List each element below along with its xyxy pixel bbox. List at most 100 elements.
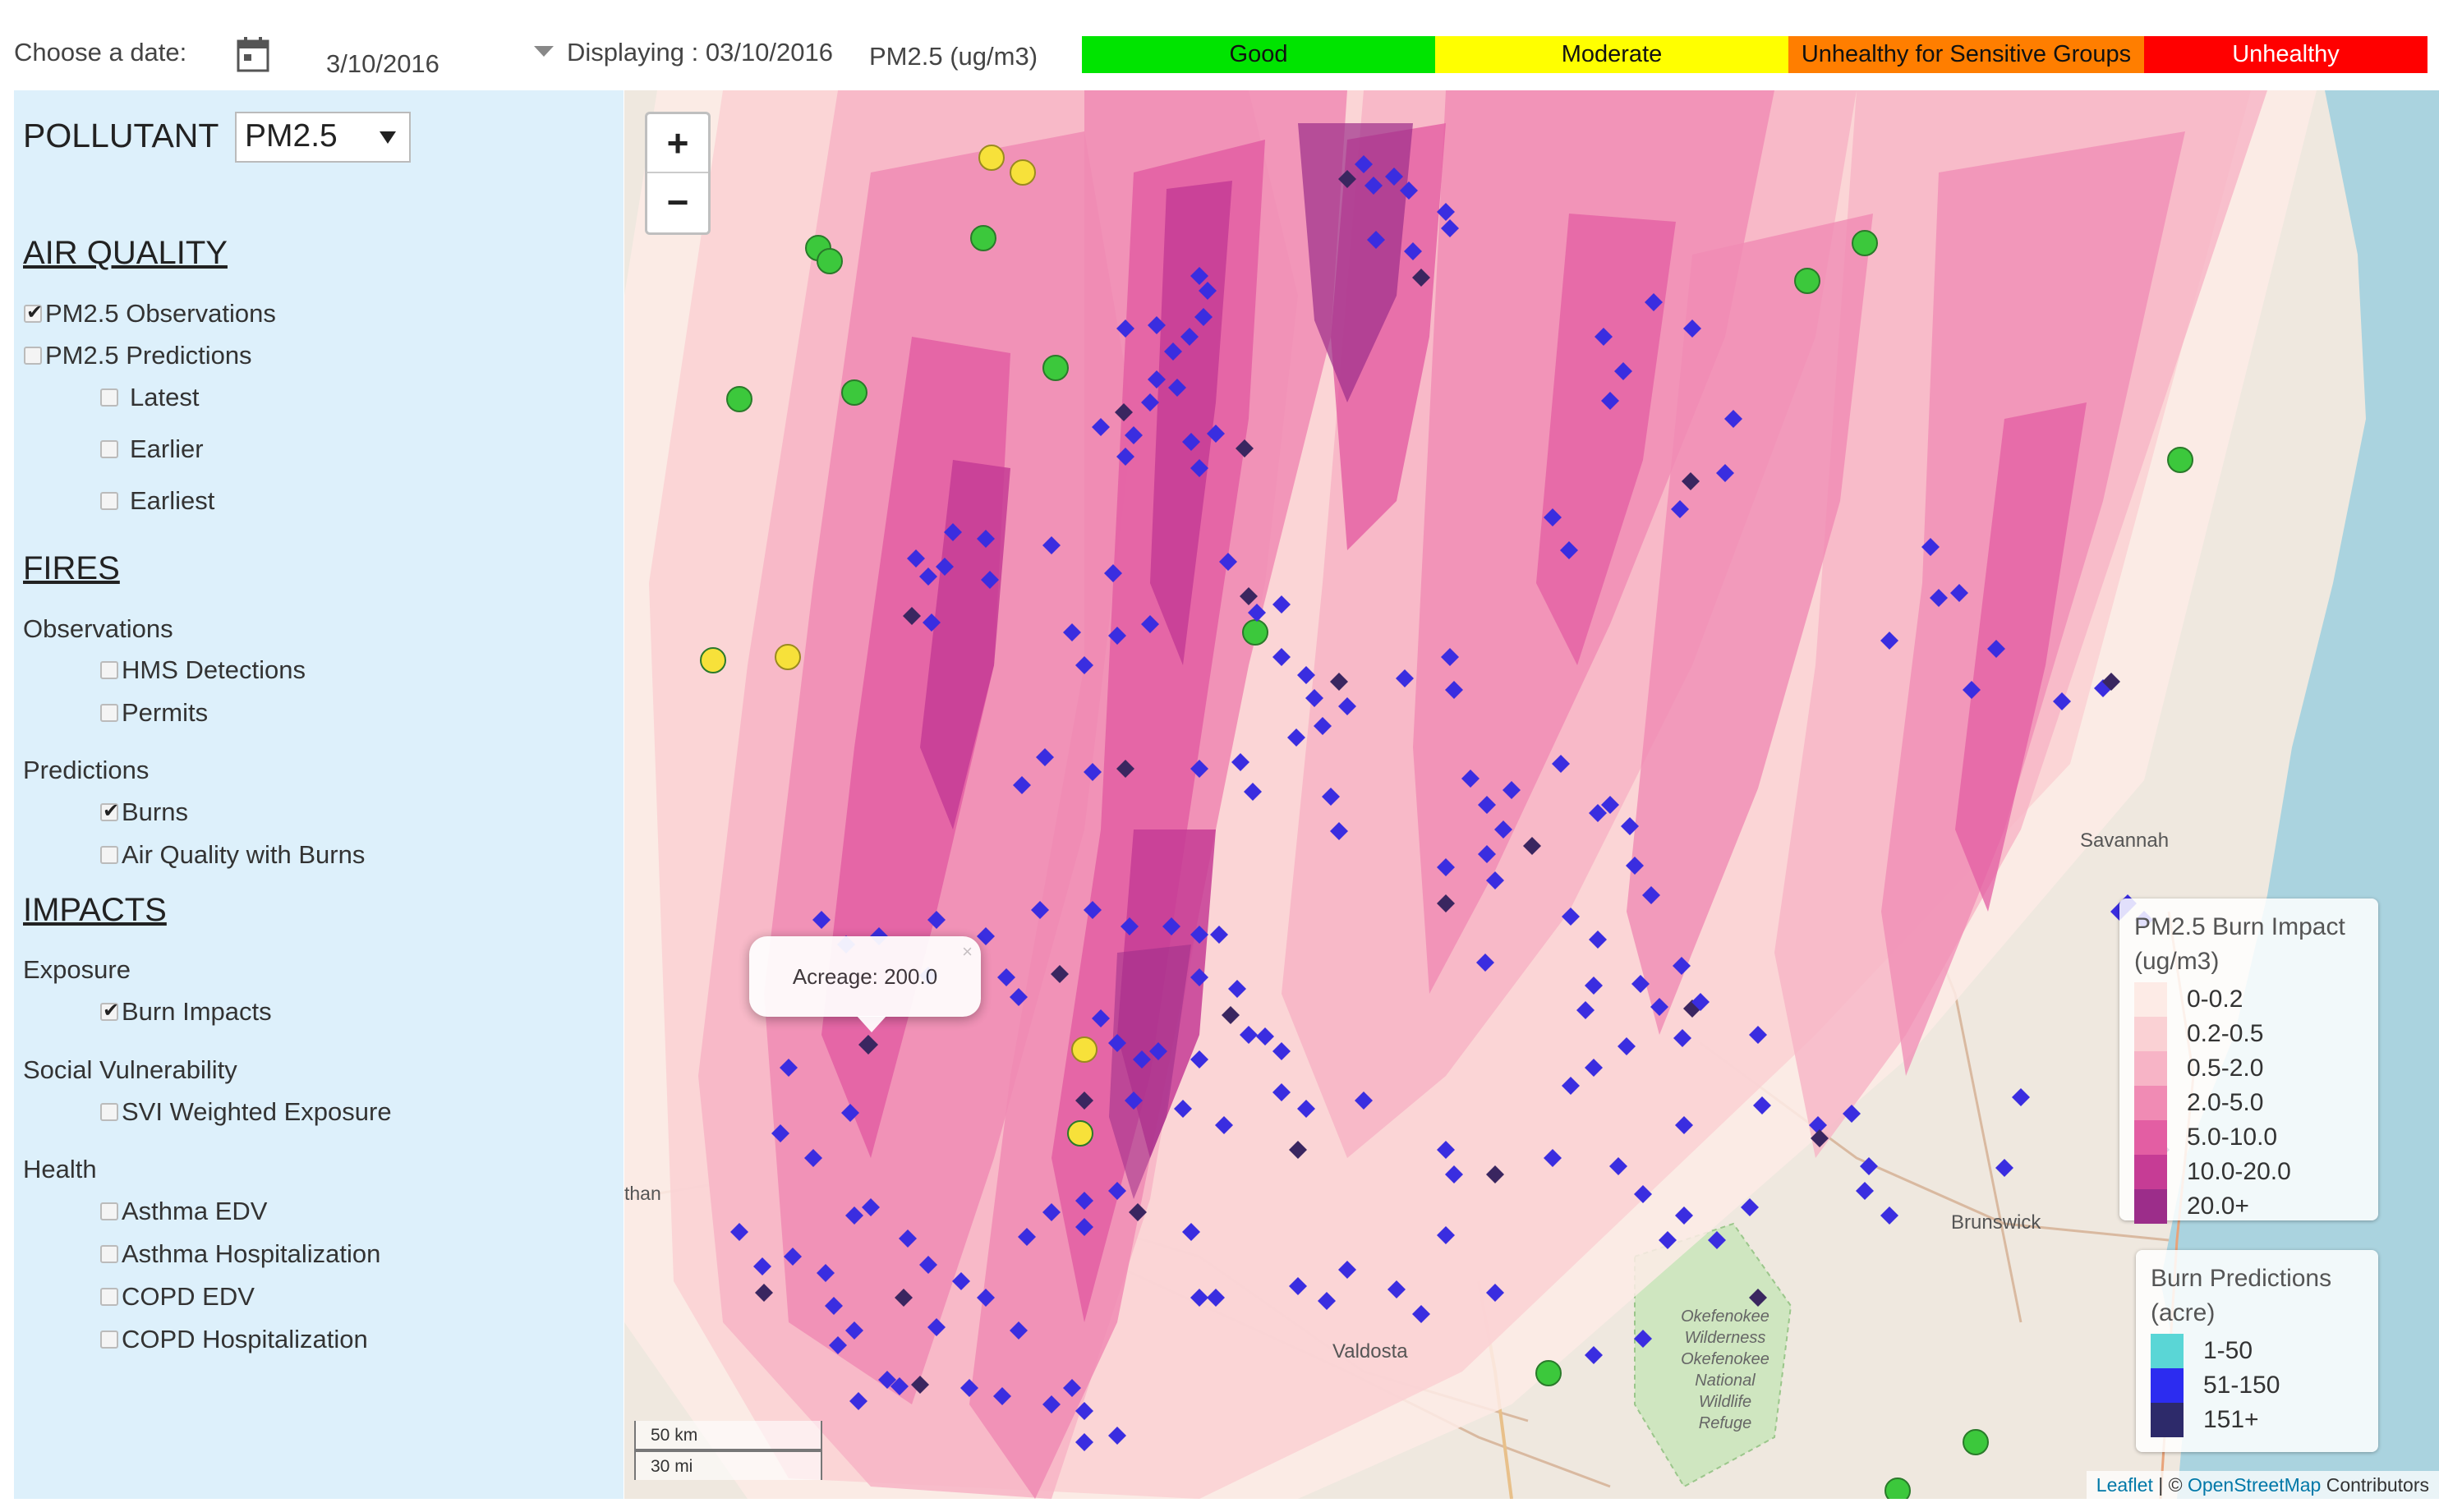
observation-marker[interactable]	[1242, 619, 1268, 646]
zoom-control: + −	[645, 112, 711, 235]
checkbox-box[interactable]	[100, 440, 118, 458]
checkbox-hms-detections[interactable]: HMS Detections	[100, 655, 306, 685]
legend-label: 1-50	[2203, 1337, 2253, 1364]
legend-row: 51-150	[2151, 1368, 2280, 1403]
dropdown-arrow-icon	[380, 131, 396, 144]
map-attribution: Leaflet | © OpenStreetMap Contributors	[2086, 1471, 2439, 1499]
observation-marker[interactable]	[1852, 230, 1878, 256]
checkbox-burns[interactable]: Burns	[100, 797, 188, 827]
okefenokee-line: National	[1695, 1372, 1756, 1390]
checkbox-box[interactable]	[100, 388, 118, 407]
checkbox-box[interactable]	[24, 347, 42, 365]
observation-marker[interactable]	[1794, 268, 1820, 294]
legend-title-line: (acre)	[2151, 1299, 2216, 1326]
checkbox-box[interactable]	[100, 846, 118, 864]
close-icon[interactable]: ×	[962, 941, 973, 963]
popup-tip	[857, 1016, 886, 1032]
popup-acreage: Acreage: 200.0	[792, 964, 938, 989]
checkbox-asthma-edv[interactable]: Asthma EDV	[100, 1197, 267, 1226]
observation-marker[interactable]	[700, 647, 726, 673]
checkbox-latest[interactable]: Latest	[100, 383, 199, 412]
checkbox-box[interactable]	[100, 492, 118, 510]
checkbox-label: PM2.5 Predictions	[45, 341, 252, 370]
zoom-in-button[interactable]: +	[647, 114, 708, 173]
checkbox-box[interactable]	[100, 704, 118, 722]
legend-row: 0.5-2.0	[2134, 1051, 2263, 1086]
legend-row: 1-50	[2151, 1334, 2253, 1368]
observation-marker[interactable]	[726, 386, 752, 412]
checkbox-label: Permits	[122, 698, 209, 727]
subheading-health: Health	[23, 1155, 97, 1183]
checkbox-label: Asthma Hospitalization	[122, 1239, 381, 1268]
pm25-burn-impact-legend: PM2.5 Burn Impact (ug/m3) 0-0.2 0.2-0.5 0.5…	[2119, 898, 2378, 1224]
checkbox-pm25-observations[interactable]: PM2.5 Observations	[24, 299, 276, 329]
checkbox-copd-hospitalization[interactable]: COPD Hospitalization	[100, 1325, 368, 1354]
subheading-exposure: Exposure	[23, 955, 131, 984]
burn-predictions-legend: Burn Predictions (acre) 1-50 51-150 151+	[2136, 1250, 2378, 1452]
observation-marker[interactable]	[978, 145, 1005, 171]
observation-marker[interactable]	[817, 248, 843, 274]
scale-mi-label: 30 mi	[651, 1457, 693, 1476]
observation-marker[interactable]	[1071, 1036, 1098, 1063]
checkbox-svi-weighted-exposure[interactable]: SVI Weighted Exposure	[100, 1097, 392, 1127]
checkbox-pm25-predictions[interactable]: PM2.5 Predictions	[24, 341, 252, 370]
checkbox-label: SVI Weighted Exposure	[122, 1097, 392, 1126]
observation-marker[interactable]	[1042, 355, 1069, 381]
legend-row: 20.0+	[2134, 1189, 2249, 1224]
checkbox-earlier[interactable]: Earlier	[100, 434, 204, 464]
checkbox-label: Earlier	[130, 434, 204, 463]
checkbox-air-quality-with-burns[interactable]: Air Quality with Burns	[100, 840, 365, 870]
legend-swatch	[2134, 982, 2167, 1017]
checkbox-copd-edv[interactable]: COPD EDV	[100, 1282, 255, 1312]
checkbox-box[interactable]	[100, 1330, 118, 1349]
observation-marker[interactable]	[1884, 1478, 1911, 1499]
legend-label: 10.0-20.0	[2187, 1158, 2291, 1185]
date-input[interactable]	[326, 33, 556, 92]
checkbox-box[interactable]	[100, 1245, 118, 1263]
scale-km: 50 km	[634, 1421, 822, 1450]
checkbox-box[interactable]	[100, 661, 118, 679]
osm-link[interactable]: OpenStreetMap	[2188, 1474, 2321, 1496]
toolbar: Choose a date: Displaying : 03/10/2016 P…	[0, 0, 2439, 92]
checkbox-box[interactable]	[100, 1288, 118, 1306]
checkbox-asthma-hospitalization[interactable]: Asthma Hospitalization	[100, 1239, 380, 1269]
calendar-icon[interactable]	[237, 36, 269, 72]
observation-marker[interactable]	[775, 644, 801, 670]
checkbox-box[interactable]	[100, 1202, 118, 1220]
legend-swatch	[2134, 1189, 2167, 1224]
checkbox-box[interactable]	[100, 799, 119, 822]
checkbox-box[interactable]	[24, 301, 43, 324]
city-label-than: than	[624, 1183, 661, 1204]
legend-swatch	[2134, 1086, 2167, 1120]
zoom-out-button[interactable]: −	[647, 173, 708, 231]
okefenokee-line: Refuge	[1698, 1414, 1752, 1432]
checkbox-label: Burns	[122, 797, 188, 826]
heading-fires: FIRES	[23, 550, 120, 586]
chevron-down-icon[interactable]	[534, 46, 554, 57]
observation-marker[interactable]	[970, 225, 996, 251]
checkbox-burn-impacts[interactable]: Burn Impacts	[100, 997, 272, 1027]
checkbox-box[interactable]	[100, 1103, 118, 1121]
leaflet-link[interactable]: Leaflet	[2096, 1474, 2153, 1496]
observation-marker[interactable]	[1963, 1429, 1989, 1455]
pollutant-value: PM2.5	[245, 118, 338, 154]
pollutant-select[interactable]: PM2.5	[235, 112, 411, 163]
checkbox-box[interactable]	[100, 999, 119, 1022]
map[interactable]: Savannah Brunswick Valdosta than Okefeno…	[624, 90, 2439, 1499]
checkbox-earliest[interactable]: Earliest	[100, 486, 214, 516]
observation-marker[interactable]	[2167, 447, 2193, 473]
checkbox-label: PM2.5 Observations	[45, 299, 276, 328]
observation-marker[interactable]	[1535, 1360, 1562, 1386]
observation-marker[interactable]	[1067, 1120, 1093, 1147]
legend-swatch	[2134, 1017, 2167, 1051]
legend-label: 151+	[2203, 1406, 2259, 1433]
observation-marker[interactable]	[1010, 159, 1036, 186]
legend-swatch	[2151, 1368, 2184, 1403]
legend-row: 2.0-5.0	[2134, 1086, 2263, 1120]
aqi-moderate: Moderate	[1435, 36, 1788, 73]
attribution-rest: Contributors	[2321, 1474, 2429, 1496]
legend-title-line: PM2.5 Burn Impact	[2134, 913, 2345, 940]
checkbox-permits[interactable]: Permits	[100, 698, 208, 728]
observation-marker[interactable]	[841, 379, 867, 406]
checkbox-label: Burn Impacts	[122, 997, 272, 1026]
